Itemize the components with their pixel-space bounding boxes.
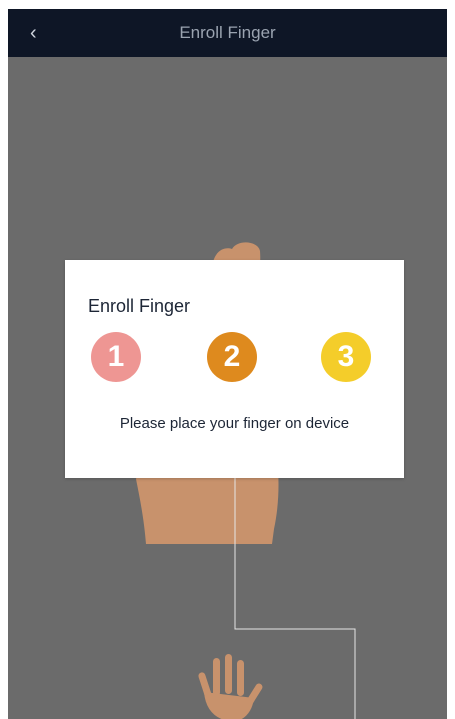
enroll-finger-dialog: Enroll Finger 1 2 3 Please place your fi… — [65, 260, 404, 478]
dialog-title: Enroll Finger — [88, 296, 191, 316]
step-1-badge: 1 — [91, 332, 141, 382]
step-2-badge: 2 — [207, 332, 257, 382]
top-bar: ‹ Enroll Finger — [8, 9, 447, 57]
small-hand-icon — [198, 654, 263, 719]
step-3-badge: 3 — [321, 332, 371, 382]
instruction-text: Please place your finger on device — [119, 415, 350, 432]
page-title: Enroll Finger — [179, 23, 276, 42]
app-screen: ‹ Enroll Finger Enroll Finger 1 2 3 Plea… — [8, 9, 447, 719]
